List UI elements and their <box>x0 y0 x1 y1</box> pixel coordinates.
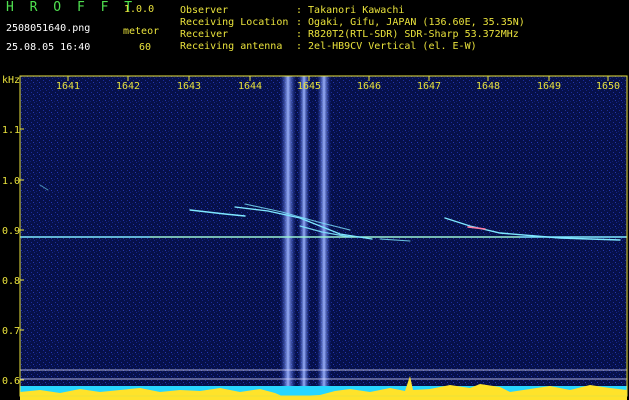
info-label-observer: Observer <box>180 5 229 16</box>
info-label-receiver: Receiver <box>180 29 229 40</box>
y-tick-label: 1.1 <box>2 125 20 136</box>
y-tick-label: 0.9 <box>2 226 20 237</box>
y-tick-label: 0.6 <box>2 376 20 387</box>
band-2 <box>298 76 310 392</box>
count-label: 60 <box>139 42 152 53</box>
x-tick-label: 1647 <box>417 81 441 92</box>
x-tick-label: 1645 <box>297 81 321 92</box>
x-tick-label: 1641 <box>56 81 80 92</box>
x-tick-label: 1650 <box>596 81 620 92</box>
info-label-location: Receiving Location <box>180 17 289 28</box>
info-value-receiver: : R820T2(RTL-SDR) SDR-Sharp 53.372MHz <box>296 29 519 40</box>
info-label-antenna: Receiving antenna <box>180 41 283 52</box>
x-tick-label: 1649 <box>537 81 561 92</box>
datetime-label: 25.08.05 16:40 <box>6 42 91 53</box>
y-tick-label: 1.0 <box>2 176 20 187</box>
y-tick-label: 0.8 <box>2 276 20 287</box>
spectrogram-plot: kHz 1641 1642 1643 1644 1645 1646 1647 1… <box>2 75 628 400</box>
x-tick-label: 1643 <box>177 81 201 92</box>
info-value-observer: : Takanori Kawachi <box>296 5 405 16</box>
mode-label: meteor <box>123 26 160 37</box>
x-tick-label: 1648 <box>476 81 500 92</box>
header-panel: H R O F F T 1.0.0 2508051640.png 25.08.0… <box>0 0 629 74</box>
info-value-antenna: : 2el-HB9CV Vertical (el. E-W) <box>296 41 477 52</box>
x-tick-label: 1642 <box>116 81 140 92</box>
x-tick-label: 1646 <box>357 81 381 92</box>
y-axis-unit: kHz <box>2 75 20 86</box>
y-tick-label: 0.7 <box>2 326 20 337</box>
app-logo: H R O F F T <box>6 0 137 15</box>
filename-label: 2508051640.png <box>6 23 91 34</box>
x-tick-label: 1644 <box>238 81 262 92</box>
band-1 <box>280 76 296 392</box>
band-3 <box>317 76 331 392</box>
app-version: 1.0.0 <box>124 4 155 15</box>
interference-bands <box>280 76 331 392</box>
info-value-location: : Ogaki, Gifu, JAPAN (136.60E, 35.35N) <box>296 17 525 28</box>
